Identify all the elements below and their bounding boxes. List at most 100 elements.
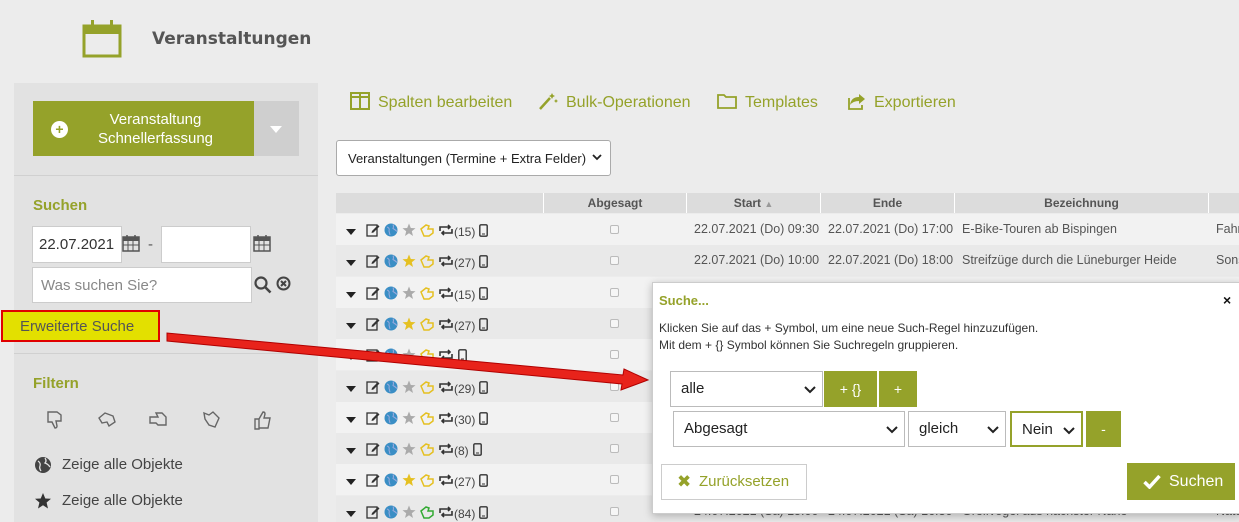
mobile-icon[interactable] xyxy=(479,411,489,428)
cancelled-checkbox[interactable] xyxy=(610,475,619,484)
remove-rule-button[interactable]: - xyxy=(1086,411,1121,447)
rating-thumb-icon[interactable] xyxy=(420,223,434,240)
globe-icon[interactable] xyxy=(384,286,398,303)
expand-caret-icon[interactable] xyxy=(346,288,356,302)
rating-thumb-icon[interactable] xyxy=(420,286,434,303)
date-from-input[interactable]: 22.07.2021 xyxy=(32,226,122,263)
rating-thumb-icon[interactable] xyxy=(420,348,434,365)
table-row[interactable]: (15) 22.07.2021 (Do) 09:30 22.07.2021 (Do)… xyxy=(336,214,1239,245)
repeat-icon[interactable] xyxy=(438,318,454,333)
rule-field-select[interactable]: Abgesagt xyxy=(673,411,905,447)
column-header-ende[interactable]: Ende xyxy=(820,193,954,213)
repeat-icon[interactable] xyxy=(438,412,454,427)
mobile-icon[interactable] xyxy=(479,473,489,490)
cancelled-checkbox[interactable] xyxy=(610,444,619,453)
globe-icon[interactable] xyxy=(384,348,398,365)
column-header-abgesagt[interactable]: Abgesagt xyxy=(543,193,686,213)
cancelled-checkbox[interactable] xyxy=(610,413,619,422)
thumb-tilt-up-icon[interactable] xyxy=(200,409,222,431)
repeat-icon[interactable] xyxy=(438,224,454,239)
star-icon[interactable] xyxy=(402,223,416,240)
edit-icon[interactable] xyxy=(366,348,380,365)
cancelled-checkbox[interactable] xyxy=(610,382,619,391)
bulk-operations-button[interactable]: Bulk-Operationen xyxy=(538,92,691,112)
star-icon[interactable] xyxy=(402,317,416,334)
cancelled-checkbox[interactable] xyxy=(610,288,619,297)
edit-icon[interactable] xyxy=(366,223,380,240)
reset-button[interactable]: ✖ Zurücksetzen xyxy=(661,464,807,500)
rating-thumb-icon[interactable] xyxy=(420,411,434,428)
expand-caret-icon[interactable] xyxy=(346,382,356,396)
rating-thumb-icon[interactable] xyxy=(420,317,434,334)
rating-thumb-icon[interactable] xyxy=(420,505,434,522)
edit-icon[interactable] xyxy=(366,254,380,271)
repeat-icon[interactable] xyxy=(438,443,454,458)
expand-caret-icon[interactable] xyxy=(346,350,356,364)
edit-icon[interactable] xyxy=(366,286,380,303)
expand-caret-icon[interactable] xyxy=(346,413,356,427)
globe-icon[interactable] xyxy=(384,473,398,490)
repeat-icon[interactable] xyxy=(438,255,454,270)
table-row[interactable]: (27) 22.07.2021 (Do) 10:00 22.07.2021 (Do)… xyxy=(336,245,1239,276)
thumb-side-icon[interactable] xyxy=(148,409,170,431)
rating-thumb-icon[interactable] xyxy=(420,473,434,490)
globe-icon[interactable] xyxy=(384,223,398,240)
date-to-input[interactable] xyxy=(161,226,251,263)
column-header-bezeichnung[interactable]: Bezeichnung xyxy=(954,193,1208,213)
globe-icon[interactable] xyxy=(384,442,398,459)
group-condition-select[interactable]: alle xyxy=(670,371,823,407)
edit-columns-button[interactable]: Spalten bearbeiten xyxy=(350,92,512,112)
mobile-icon[interactable] xyxy=(479,380,489,397)
star-icon[interactable] xyxy=(402,380,416,397)
search-button[interactable]: Suchen xyxy=(1127,463,1235,500)
mobile-icon[interactable] xyxy=(479,317,489,334)
add-group-button[interactable]: + {} xyxy=(824,371,877,407)
star-icon[interactable] xyxy=(402,411,416,428)
close-icon[interactable]: × xyxy=(1223,292,1231,308)
edit-icon[interactable] xyxy=(366,380,380,397)
quick-add-dropdown-button[interactable] xyxy=(254,101,299,156)
mobile-icon[interactable] xyxy=(479,286,489,303)
repeat-icon[interactable] xyxy=(438,381,454,396)
expand-caret-icon[interactable] xyxy=(346,256,356,270)
mobile-icon[interactable] xyxy=(479,254,489,271)
star-icon[interactable] xyxy=(402,254,416,271)
view-select[interactable]: Veranstaltungen (Termine + Extra Felder) xyxy=(336,140,611,176)
clear-search-icon[interactable] xyxy=(276,276,291,291)
globe-icon[interactable] xyxy=(384,380,398,397)
rating-thumb-icon[interactable] xyxy=(420,380,434,397)
expand-caret-icon[interactable] xyxy=(346,225,356,239)
edit-icon[interactable] xyxy=(366,442,380,459)
repeat-icon[interactable] xyxy=(438,506,454,521)
calendar-picker-icon[interactable] xyxy=(122,234,140,252)
rule-value-select[interactable]: Nein xyxy=(1010,411,1083,447)
star-icon[interactable] xyxy=(402,286,416,303)
globe-icon[interactable] xyxy=(384,254,398,271)
rating-thumb-icon[interactable] xyxy=(420,254,434,271)
mobile-icon[interactable] xyxy=(472,442,482,459)
edit-icon[interactable] xyxy=(366,473,380,490)
thumb-tilt-down-icon[interactable] xyxy=(96,409,118,431)
star-icon[interactable] xyxy=(402,442,416,459)
search-icon[interactable] xyxy=(254,276,272,294)
rating-thumb-icon[interactable] xyxy=(420,442,434,459)
column-header-start[interactable]: Start ▲ xyxy=(686,193,820,213)
cancelled-checkbox[interactable] xyxy=(610,507,619,516)
rule-operator-select[interactable]: gleich xyxy=(908,411,1006,447)
star-icon[interactable] xyxy=(402,505,416,522)
mobile-icon[interactable] xyxy=(479,223,489,240)
thumb-up-icon[interactable] xyxy=(252,409,274,431)
thumb-down-icon[interactable] xyxy=(44,409,66,431)
globe-icon[interactable] xyxy=(384,411,398,428)
repeat-icon[interactable] xyxy=(438,349,454,364)
expand-caret-icon[interactable] xyxy=(346,444,356,458)
expand-caret-icon[interactable] xyxy=(346,319,356,333)
expand-caret-icon[interactable] xyxy=(346,507,356,521)
mobile-icon[interactable] xyxy=(479,505,489,522)
edit-icon[interactable] xyxy=(366,411,380,428)
expand-caret-icon[interactable] xyxy=(346,475,356,489)
star-icon[interactable] xyxy=(402,473,416,490)
cancelled-checkbox[interactable] xyxy=(610,225,619,234)
export-button[interactable]: Exportieren xyxy=(846,92,956,112)
calendar-picker-icon[interactable] xyxy=(253,234,271,252)
